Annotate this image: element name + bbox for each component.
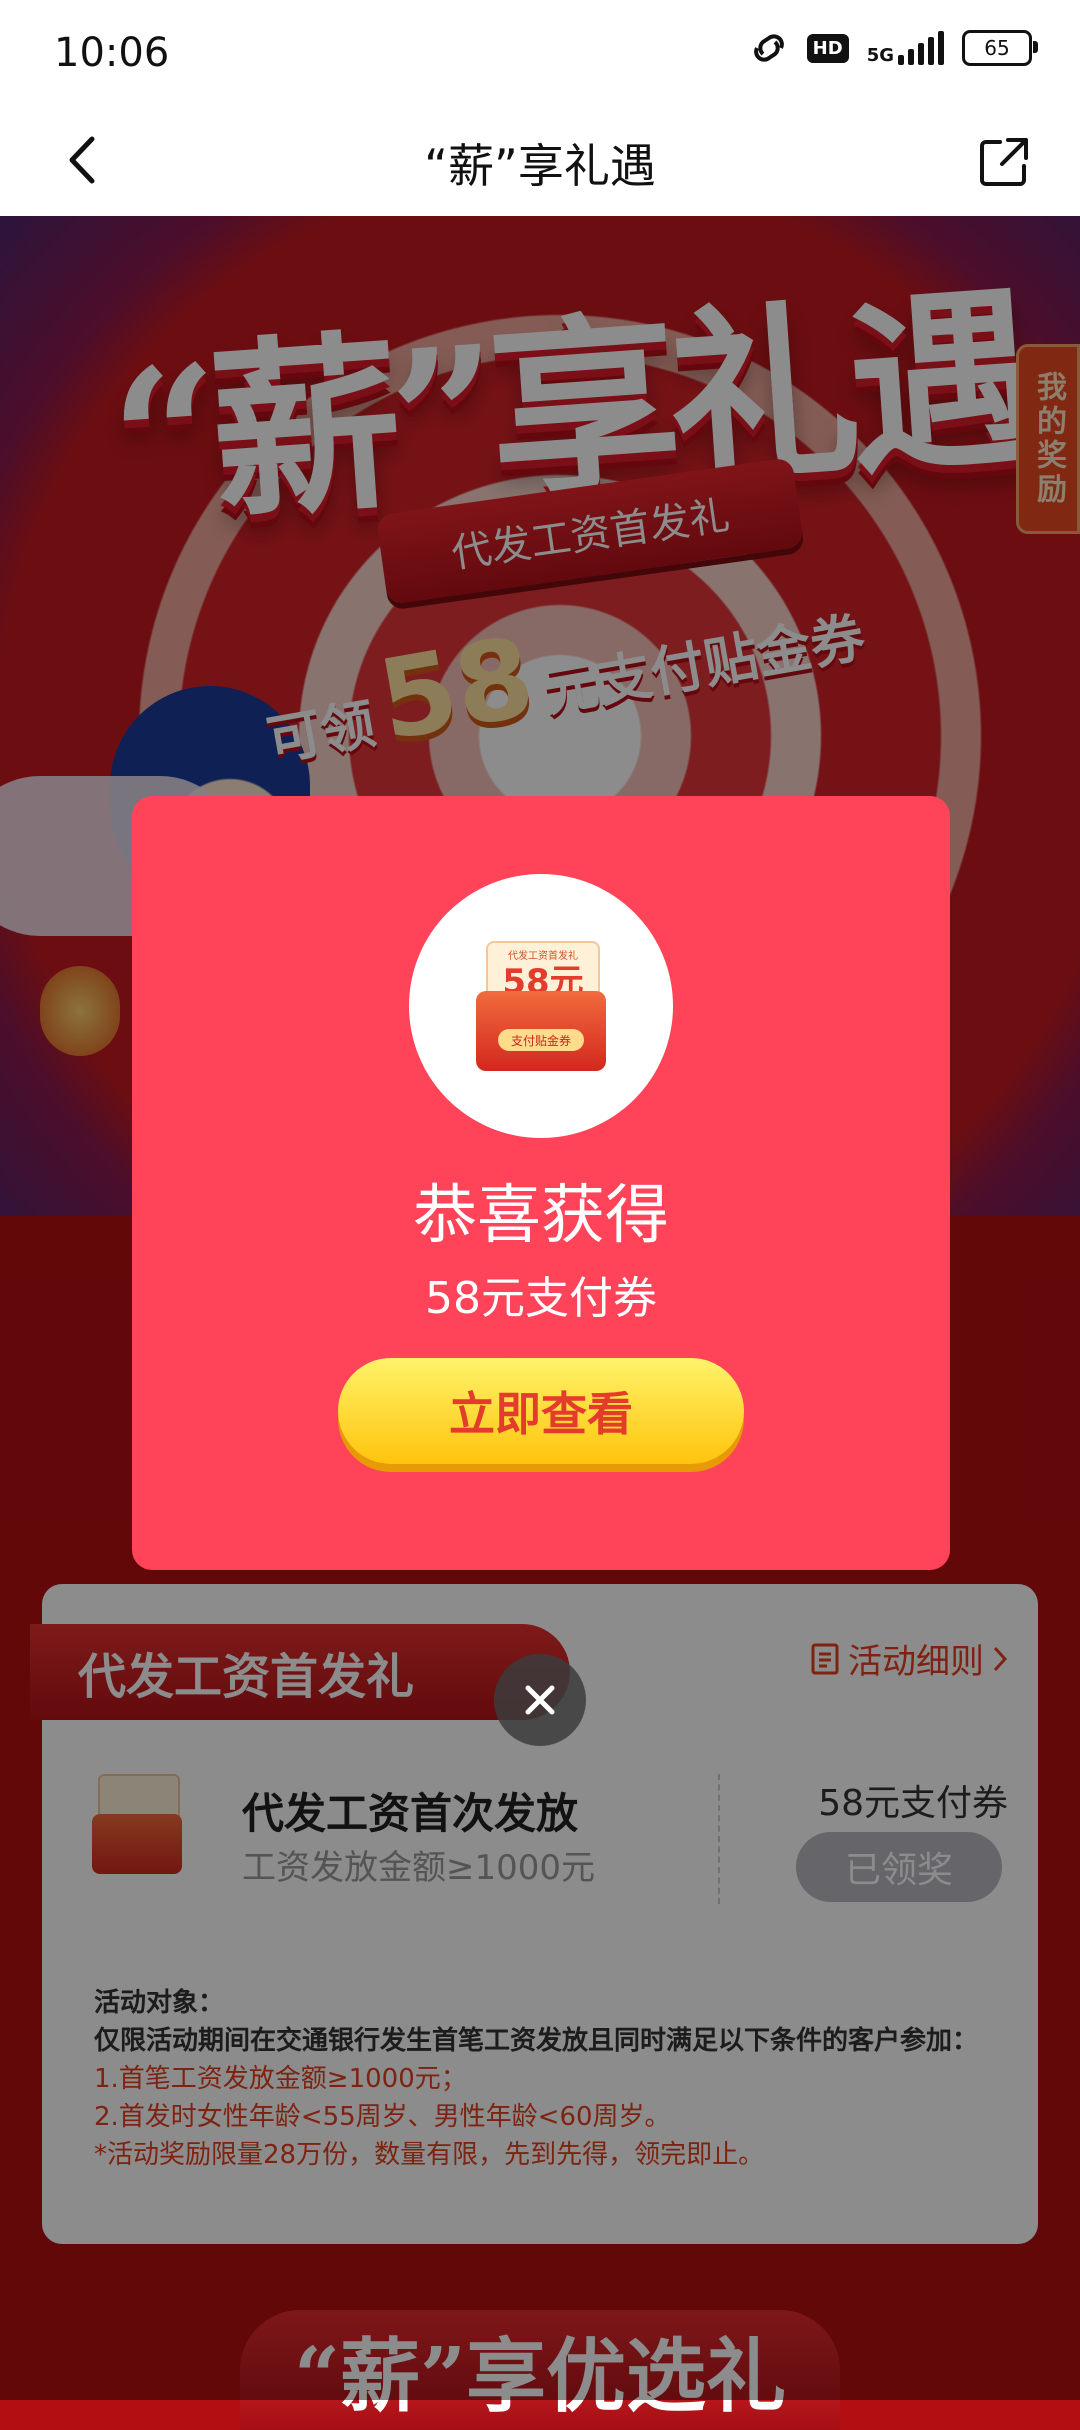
coupon-icon: 代发工资首发礼 58元 支付贴金券	[476, 941, 606, 1071]
page-title: “薪”享礼遇	[424, 139, 656, 193]
modal-title: 恭喜获得	[413, 1179, 669, 1253]
status-icons: HD 5G 65	[749, 30, 1038, 66]
battery-icon: 65	[962, 30, 1038, 66]
link-icon	[753, 34, 784, 62]
status-time: 10:06	[54, 30, 170, 76]
reward-modal: 代发工资首发礼 58元 支付贴金券 恭喜获得 58元支付券 立即查看	[132, 796, 950, 1570]
signal-icon: 5G	[867, 31, 944, 65]
modal-subtitle: 58元支付券	[425, 1273, 657, 1324]
nav-bar: “薪”享礼遇	[0, 108, 1080, 217]
coupon-image-circle: 代发工资首发礼 58元 支付贴金券	[409, 874, 673, 1138]
view-now-button[interactable]: 立即查看	[338, 1358, 744, 1464]
hd-icon: HD	[806, 33, 849, 63]
status-bar: 10:06 HD 5G 65	[0, 0, 1080, 108]
share-icon[interactable]	[976, 134, 1032, 190]
close-modal-button[interactable]	[494, 1654, 586, 1746]
close-icon	[525, 1685, 555, 1715]
